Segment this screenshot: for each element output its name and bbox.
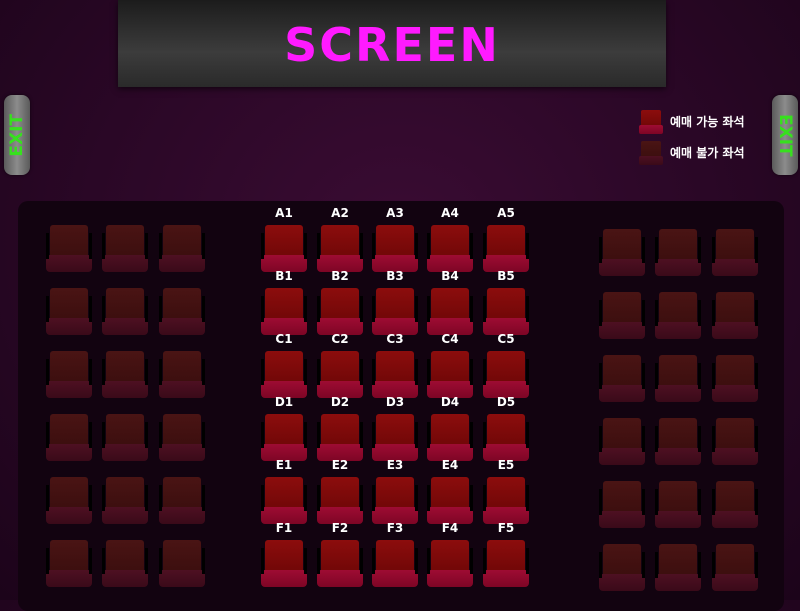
- unavailable-seat: [655, 355, 701, 407]
- screen-banner: SCREEN: [118, 0, 666, 87]
- unavailable-seat: [46, 540, 92, 592]
- unavailable-seat: [599, 544, 645, 596]
- exit-left-sign: EXIT: [4, 95, 30, 175]
- seat-legend: 예매 가능 좌석 예매 불가 좌석: [638, 106, 745, 168]
- unavailable-seat: [159, 414, 205, 466]
- unavailable-seat: [712, 229, 758, 281]
- seat-label: B4: [441, 269, 459, 283]
- unavailable-seat: [599, 355, 645, 407]
- seat-f3[interactable]: F3: [372, 521, 418, 592]
- unavailable-seat: [599, 292, 645, 344]
- unavailable-seat: [712, 292, 758, 344]
- seat-label: B5: [497, 269, 515, 283]
- unavailable-seat: [102, 351, 148, 403]
- unavailable-seat: [46, 288, 92, 340]
- seat-label: A5: [497, 206, 515, 220]
- seat-label: A2: [331, 206, 349, 220]
- legend-unavailable: 예매 불가 좌석: [638, 137, 745, 168]
- seat-label: E4: [441, 458, 459, 472]
- unavailable-seat: [46, 225, 92, 277]
- seat-f4[interactable]: F4: [427, 521, 473, 592]
- seat-label: C1: [275, 332, 293, 346]
- seat-label: D2: [330, 395, 350, 409]
- seat-label: F5: [497, 521, 515, 535]
- unavailable-seat: [712, 355, 758, 407]
- unavailable-seat: [712, 481, 758, 533]
- exit-right-sign: EXIT: [772, 95, 798, 175]
- unavailable-seat: [102, 225, 148, 277]
- seat-label: E1: [275, 458, 293, 472]
- unavailable-seat: [599, 481, 645, 533]
- unavailable-seat: [159, 540, 205, 592]
- seat-label: E3: [386, 458, 404, 472]
- unavailable-seat: [159, 477, 205, 529]
- seat-label: D5: [496, 395, 516, 409]
- seat-label: F2: [331, 521, 349, 535]
- available-seat-icon: [638, 108, 664, 136]
- unavailable-seat: [712, 418, 758, 470]
- unavailable-seat: [655, 481, 701, 533]
- legend-available-label: 예매 가능 좌석: [670, 115, 745, 129]
- seat-label: D1: [274, 395, 294, 409]
- unavailable-seat-icon: [638, 139, 664, 167]
- seat-label: D4: [440, 395, 460, 409]
- seat-label: A3: [386, 206, 404, 220]
- seat-label: C5: [497, 332, 515, 346]
- unavailable-seat: [102, 288, 148, 340]
- seat-label: E2: [331, 458, 349, 472]
- unavailable-seat: [655, 292, 701, 344]
- exit-right-label: EXIT: [775, 113, 795, 157]
- seat-label: F1: [275, 521, 293, 535]
- unavailable-seat: [655, 544, 701, 596]
- seat-label: F4: [441, 521, 459, 535]
- seat-f2[interactable]: F2: [317, 521, 363, 592]
- legend-available: 예매 가능 좌석: [638, 106, 745, 137]
- unavailable-seat: [599, 418, 645, 470]
- seat-f5[interactable]: F5: [483, 521, 529, 592]
- unavailable-seat: [46, 477, 92, 529]
- seat-label: E5: [497, 458, 515, 472]
- seat-label: B3: [386, 269, 404, 283]
- seat-label: B1: [275, 269, 293, 283]
- seat-f1[interactable]: F1: [261, 521, 307, 592]
- seat-label: A4: [441, 206, 459, 220]
- unavailable-seat: [46, 414, 92, 466]
- screen-label: SCREEN: [284, 17, 500, 72]
- seat-label: A1: [275, 206, 293, 220]
- exit-left-label: EXIT: [7, 113, 27, 157]
- seat-label: C4: [441, 332, 459, 346]
- seat-label: F3: [386, 521, 404, 535]
- seat-label: C2: [331, 332, 349, 346]
- unavailable-seat: [655, 229, 701, 281]
- unavailable-seat: [102, 540, 148, 592]
- legend-unavailable-label: 예매 불가 좌석: [670, 146, 745, 160]
- unavailable-seat: [655, 418, 701, 470]
- seat-label: B2: [331, 269, 349, 283]
- unavailable-seat: [102, 477, 148, 529]
- unavailable-seat: [46, 351, 92, 403]
- unavailable-seat: [159, 225, 205, 277]
- unavailable-seat: [712, 544, 758, 596]
- unavailable-seat: [159, 288, 205, 340]
- unavailable-seat: [599, 229, 645, 281]
- unavailable-seat: [159, 351, 205, 403]
- unavailable-seat: [102, 414, 148, 466]
- seat-label: C3: [386, 332, 404, 346]
- seat-label: D3: [385, 395, 405, 409]
